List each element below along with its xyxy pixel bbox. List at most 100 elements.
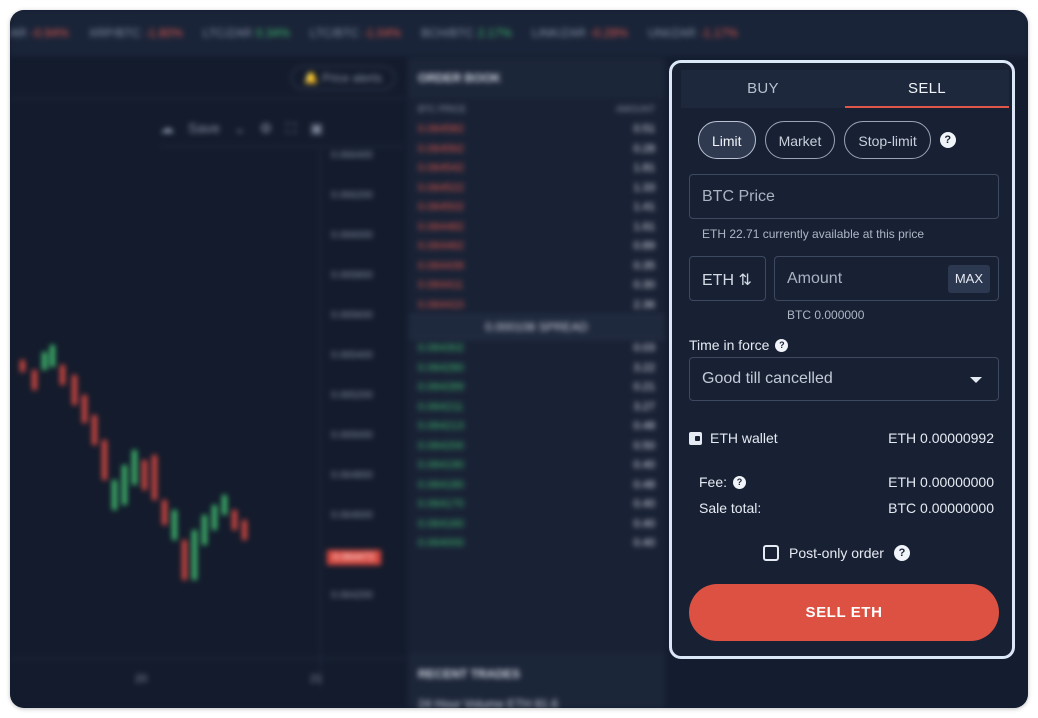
y-tick: 0.064472 — [327, 550, 381, 565]
ticker-change: -0.94% — [30, 26, 69, 40]
ticker-item[interactable]: LINK/ZAR -0.28% — [532, 26, 628, 40]
time-in-force-text: Time in force — [689, 337, 770, 353]
order-type-limit[interactable]: Limit — [698, 121, 756, 159]
chevron-down-icon[interactable]: ⌄ — [234, 120, 246, 137]
post-only-label: Post-only order — [789, 545, 884, 561]
chart-toolbar: 🔔 Price alerts — [10, 58, 405, 99]
wallet-icon — [689, 431, 702, 445]
wallet-label-group: ETH wallet — [689, 430, 778, 446]
order-price: 0.064462 — [418, 240, 464, 252]
order-book-row[interactable]: 0.064211 3.27 — [408, 398, 665, 418]
order-amount: 0.48 — [633, 420, 655, 432]
ticker-item[interactable]: LTC/ZAR 0.34% — [203, 26, 290, 40]
order-amount: 0.89 — [633, 240, 655, 252]
sell-eth-button[interactable]: SELL ETH — [689, 584, 999, 641]
y-tick: 0.064200 — [331, 590, 373, 601]
candlestick — [162, 500, 167, 525]
help-icon[interactable]: ? — [939, 132, 956, 148]
order-price: 0.064170 — [418, 498, 464, 510]
order-type-stop-limit[interactable]: Stop-limit — [844, 121, 931, 159]
order-amount: 0.30 — [633, 279, 655, 291]
price-alerts-button[interactable]: 🔔 Price alerts — [290, 66, 395, 90]
order-price: 0.064411 — [418, 279, 464, 291]
order-book-row[interactable]: 0.064482 1.61 — [408, 218, 665, 238]
camera-icon[interactable]: ▣ — [310, 120, 323, 137]
order-price: 0.064211 — [418, 400, 464, 413]
candlestick — [212, 505, 217, 530]
order-book-row[interactable]: 0.064200 0.50 — [408, 437, 665, 457]
ticker-change: 2.17% — [477, 26, 512, 40]
unit-label: ETH ⇅ — [702, 270, 752, 290]
side-tabs: BUY SELL — [681, 70, 1009, 108]
tab-sell[interactable]: SELL — [845, 70, 1009, 108]
order-book-row[interactable]: 0.064439 0.35 — [408, 257, 665, 277]
app-window: AR -0.94% XRP/BTC -1.80% LTC/ZAR 0.34% LTC/BTC… — [10, 10, 1028, 708]
sale-total-row: Sale total: BTC 0.00000000 — [699, 500, 994, 516]
order-book-row[interactable]: 0.064160 0.40 — [408, 515, 665, 535]
ticker-item[interactable]: LTC/BTC -1.04% — [310, 26, 401, 40]
cloud-icon: ☁ — [160, 119, 174, 136]
order-book-row[interactable]: 0.064562 0.28 — [408, 140, 665, 160]
help-icon[interactable]: ? — [733, 475, 747, 489]
ticker-item[interactable]: BCH/BTC 2.17% — [421, 26, 512, 40]
unit-toggle[interactable]: ETH ⇅ — [689, 256, 766, 301]
tab-buy[interactable]: BUY — [681, 70, 845, 108]
order-price: 0.064160 — [418, 517, 464, 530]
order-book-row[interactable]: 0.064280 3.22 — [408, 359, 665, 379]
order-book-row[interactable]: 0.064410 2.36 — [408, 296, 665, 316]
order-type-market[interactable]: Market — [764, 121, 836, 159]
candlestick — [232, 510, 237, 530]
candlestick — [192, 530, 197, 580]
order-book-row[interactable]: 0.064000 0.40 — [408, 534, 665, 554]
price-input[interactable]: BTC Price — [689, 174, 999, 219]
gear-icon[interactable]: ⚙ — [260, 120, 273, 137]
order-amount: 0.50 — [633, 439, 655, 452]
order-amount: 0.48 — [633, 478, 655, 491]
order-book-row[interactable]: 0.064180 0.48 — [408, 476, 665, 496]
order-amount: 0.51 — [633, 123, 655, 135]
ticker-change: 0.34% — [255, 26, 290, 40]
candlestick — [152, 455, 157, 500]
chart-actions: ☁ Save ⌄ ⚙ ⛶ ▣ — [160, 110, 405, 147]
bid-list: 0.064302 0.03 0.064280 3.22 0.064289 0.21 0.06… — [408, 339, 665, 554]
ticker-pair: LTC/BTC — [309, 26, 360, 40]
order-book-row[interactable]: 0.064302 0.03 — [408, 339, 665, 359]
order-book-row[interactable]: 0.064502 1.41 — [408, 198, 665, 218]
order-book-row[interactable]: 0.064582 0.51 — [408, 120, 665, 140]
save-button[interactable]: Save — [188, 120, 220, 136]
order-book-row[interactable]: 0.064462 0.89 — [408, 237, 665, 257]
post-only-checkbox[interactable] — [763, 545, 779, 561]
time-in-force-select[interactable]: Good till cancelled — [689, 357, 999, 401]
amount-btc-equivalent: BTC 0.000000 — [787, 308, 865, 322]
order-price: 0.064502 — [418, 201, 464, 213]
amount-input[interactable]: Amount MAX — [774, 256, 999, 301]
order-amount: 0.40 — [633, 537, 655, 549]
spread: 0.000108 SPREAD — [408, 315, 665, 339]
x-tick: 21 — [310, 673, 323, 685]
ticker-item[interactable]: UNI/ZAR -1.17% — [648, 26, 738, 40]
order-price: 0.064000 — [418, 537, 464, 549]
amount-placeholder: Amount — [787, 270, 843, 287]
order-book-row[interactable]: 0.064190 0.40 — [408, 456, 665, 476]
ask-list: 0.064582 0.51 0.064562 0.28 0.064542 1.81 0.06… — [408, 120, 665, 315]
post-only-option[interactable]: Post-only order ? — [763, 545, 910, 561]
order-book-row[interactable]: 0.064170 0.40 — [408, 495, 665, 515]
col-price: BTC PRICE — [418, 104, 467, 114]
order-book-row[interactable]: 0.064542 1.81 — [408, 159, 665, 179]
order-book-row[interactable]: 0.064213 0.48 — [408, 417, 665, 437]
help-icon[interactable]: ? — [775, 338, 789, 352]
candlestick — [222, 495, 227, 515]
candlestick — [42, 352, 47, 370]
order-book-row[interactable]: 0.064522 1.33 — [408, 179, 665, 199]
fullscreen-icon[interactable]: ⛶ — [286, 120, 296, 137]
help-icon[interactable]: ? — [893, 545, 910, 561]
ticker-item[interactable]: XRP/BTC -1.80% — [89, 26, 183, 40]
candlestick — [72, 375, 77, 405]
wallet-label: ETH wallet — [710, 430, 778, 446]
order-book-row[interactable]: 0.064289 0.21 — [408, 378, 665, 398]
order-price: 0.064410 — [418, 298, 464, 311]
order-book-row[interactable]: 0.064411 0.30 — [408, 276, 665, 296]
order-amount: 0.40 — [633, 459, 655, 471]
ticker-item[interactable]: AR -0.94% — [10, 26, 69, 40]
max-button[interactable]: MAX — [947, 265, 990, 293]
